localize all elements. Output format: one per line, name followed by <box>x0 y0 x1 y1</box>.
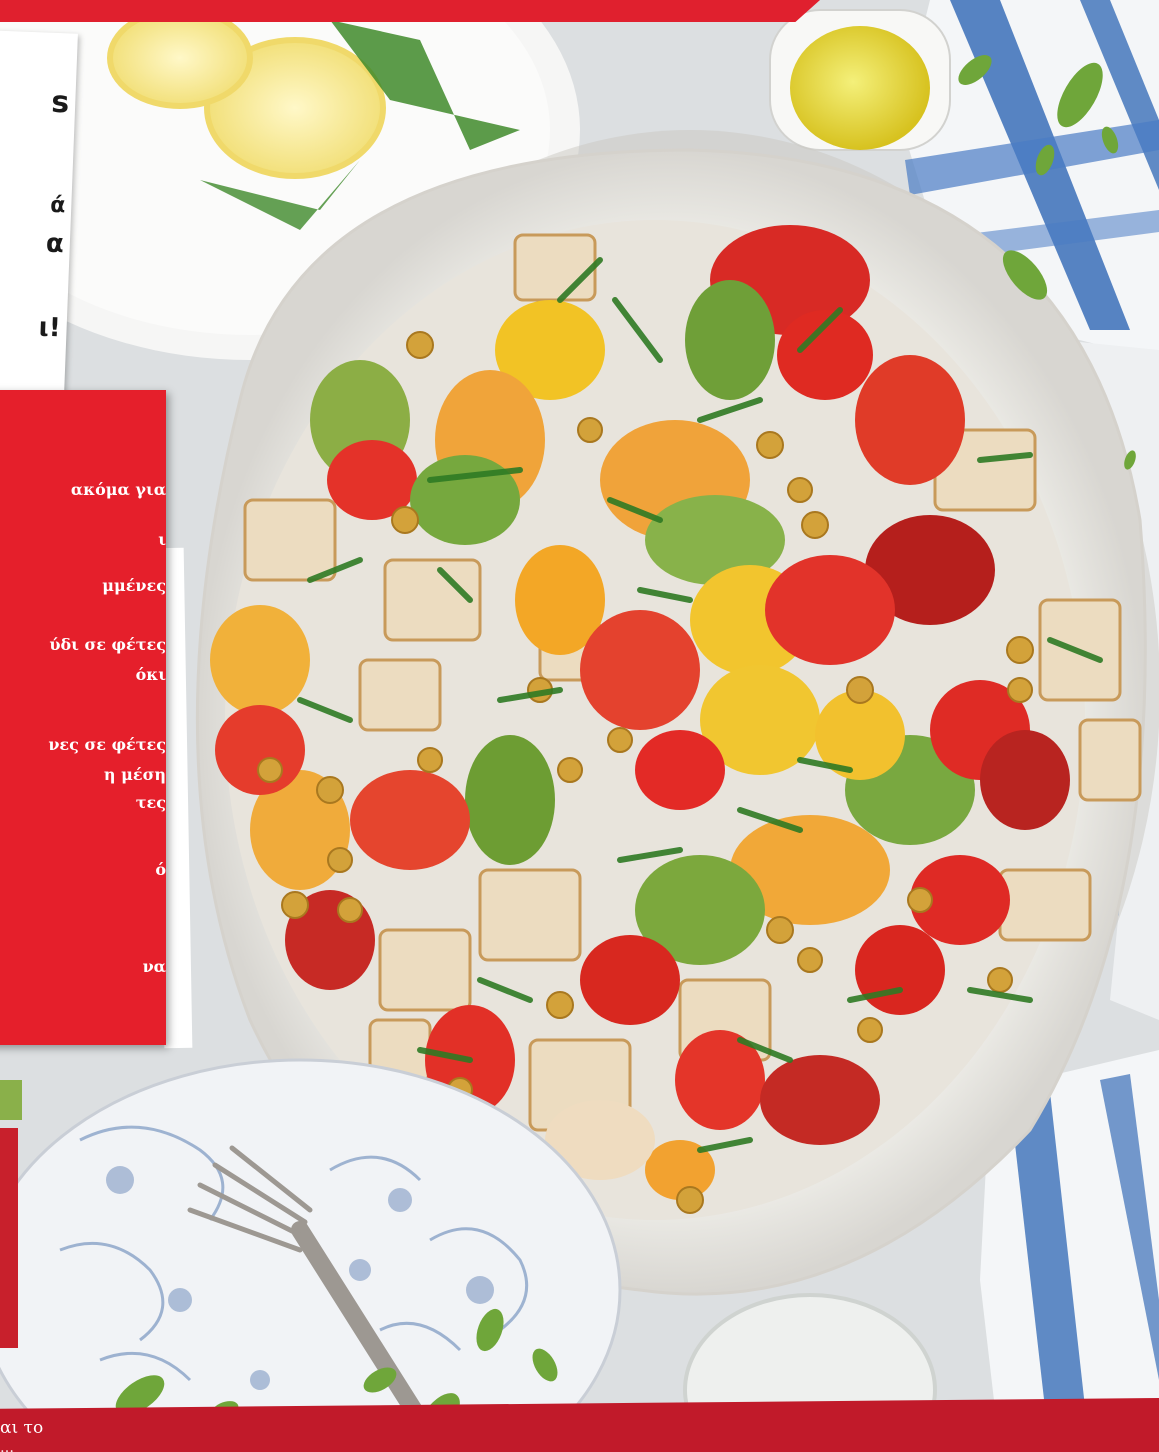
ingredients-card: ακόμα για ι μμένες ύδι σε φέτες όκι νες … <box>0 390 166 1045</box>
ingredient-line: ύδι σε φέτες <box>49 635 166 654</box>
ingredient-line: τες <box>135 793 166 812</box>
ingredient-line: ακόμα για <box>70 480 166 499</box>
intro-line: α <box>45 228 65 260</box>
intro-line: ι! <box>38 312 62 344</box>
top-red-banner <box>0 0 820 22</box>
ingredient-line: μμένες <box>102 576 166 595</box>
intro-line: s <box>50 84 70 121</box>
ingredient-line: η μέση <box>103 765 166 784</box>
ingredient-line: όκι <box>135 665 166 684</box>
magazine-page: s α ά ι! ακόμα για ι μμένες ύδι σε φέτες… <box>0 0 1159 1452</box>
bottom-text-continued: … <box>0 1440 14 1452</box>
intro-line: ά <box>49 192 66 219</box>
ingredient-line: νες σε φέτες <box>48 735 166 754</box>
ingredient-line: ό <box>155 860 166 879</box>
oil-dish <box>769 9 951 151</box>
ingredient-line: ι <box>158 530 166 549</box>
lower-red-strip <box>0 1128 18 1348</box>
bottom-text: αι το <box>0 1418 44 1438</box>
ingredient-line: να <box>142 957 166 976</box>
green-accent-strip <box>0 1080 22 1120</box>
